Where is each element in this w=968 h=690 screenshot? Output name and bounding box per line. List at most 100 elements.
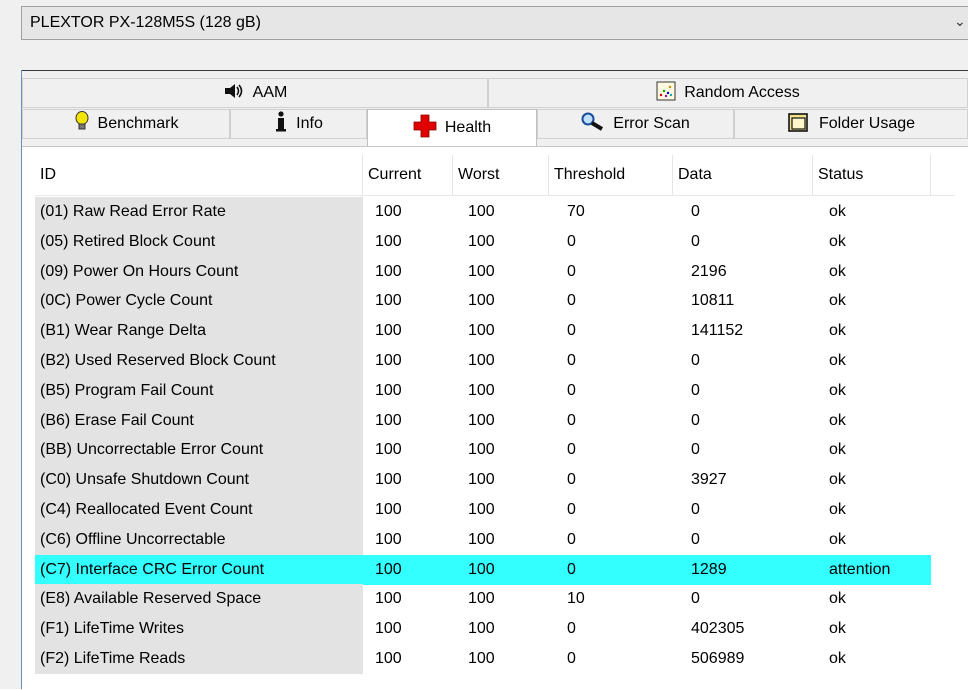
cell-threshold: 0 [567, 441, 576, 459]
table-row[interactable]: (F2) LifeTime Reads 100 100 0 506989 ok [35, 644, 955, 674]
cell-status: ok [829, 262, 846, 280]
table-row[interactable]: (B1) Wear Range Delta 100 100 0 141152 ok [35, 316, 955, 347]
cell-threshold: 0 [567, 352, 576, 369]
cell-current: 100 [375, 232, 402, 250]
cell-current: 100 [375, 560, 402, 578]
cell-worst: 100 [468, 292, 495, 310]
cell-data: 0 [691, 232, 700, 250]
tab-info[interactable]: Info [230, 109, 367, 139]
cell-data: 0 [691, 441, 700, 459]
cell-status: ok [829, 530, 846, 548]
cell-worst: 100 [468, 232, 495, 250]
cell-id: (B1) Wear Range Delta [35, 316, 363, 347]
column-header-status[interactable]: Status [813, 155, 931, 195]
table-row[interactable]: (E8) Available Reserved Space 100 100 10 0 ok [35, 584, 955, 615]
cell-worst: 100 [468, 322, 495, 340]
table-row[interactable]: (C6) Offline Uncorrectable 100 100 0 0 ok [35, 524, 955, 555]
cell-current: 100 [375, 441, 402, 459]
cell-worst: 100 [468, 352, 495, 369]
column-header-data[interactable]: Data [673, 155, 813, 195]
cell-threshold: 0 [567, 650, 576, 667]
tab-folder-usage[interactable]: Folder Usage [734, 109, 968, 139]
cell-worst: 100 [468, 620, 495, 638]
cell-status: ok [829, 501, 846, 518]
table-row[interactable]: (01) Raw Read Error Rate 100 100 70 0 ok [35, 197, 955, 227]
cell-id: (B5) Program Fail Count [35, 375, 363, 406]
column-header-id[interactable]: ID [35, 155, 363, 195]
table-row[interactable]: (C7) Interface CRC Error Count 100 100 0 128… [35, 554, 931, 585]
cell-status: ok [829, 650, 846, 667]
tab-error-scan[interactable]: Error Scan [537, 109, 734, 139]
cell-data: 0 [691, 530, 700, 548]
cell-data: 141152 [691, 322, 744, 340]
tab-strip: AAM Random Access Benchmark Info Health … [22, 71, 968, 146]
column-header-threshold[interactable]: Threshold [549, 155, 673, 195]
cell-status: ok [829, 590, 846, 608]
cell-id: (BB) Uncorrectable Error Count [35, 435, 363, 466]
table-row[interactable]: (F1) LifeTime Writes 100 100 0 402305 ok [35, 614, 955, 645]
tab-benchmark[interactable]: Benchmark [22, 109, 230, 139]
toolbar: PLEXTOR PX-128M5S (128 gB) ⌄ [0, 0, 968, 71]
cell-threshold: 0 [567, 530, 576, 548]
cell-worst: 100 [468, 471, 495, 489]
cell-data: 2196 [691, 262, 727, 280]
cell-threshold: 0 [567, 501, 576, 518]
cell-data: 402305 [691, 620, 745, 638]
cell-id: (E8) Available Reserved Space [35, 584, 363, 615]
table-row[interactable]: (05) Retired Block Count 100 100 0 0 ok [35, 226, 955, 257]
drive-dropdown-value: PLEXTOR PX-128M5S (128 gB) [30, 14, 261, 31]
cell-threshold: 0 [567, 322, 576, 340]
table-row[interactable]: (B6) Erase Fail Count 100 100 0 0 ok [35, 405, 955, 436]
cell-id: (09) Power On Hours Count [35, 256, 363, 287]
drive-dropdown[interactable]: PLEXTOR PX-128M5S (128 gB) ⌄ [21, 6, 968, 40]
tab-label: Benchmark [97, 115, 179, 132]
chevron-down-icon[interactable]: ⌄ [954, 13, 966, 30]
cell-current: 100 [375, 471, 402, 489]
table-row[interactable]: (BB) Uncorrectable Error Count 100 100 0 0 ok [35, 435, 955, 466]
info-icon [274, 110, 288, 138]
cell-id: (01) Raw Read Error Rate [35, 197, 363, 227]
cell-worst: 100 [468, 411, 495, 429]
tab-label: AAM [252, 84, 288, 101]
lightbulb-icon [74, 110, 90, 138]
cell-id: (C4) Reallocated Event Count [35, 495, 363, 525]
cell-id: (0C) Power Cycle Count [35, 286, 363, 317]
table-row[interactable]: (0C) Power Cycle Count 100 100 0 10811 ok [35, 286, 955, 317]
cell-current: 100 [375, 411, 402, 429]
tab-health[interactable]: Health [367, 109, 537, 146]
cell-status: ok [829, 352, 846, 369]
cell-data: 10811 [691, 292, 735, 310]
cell-threshold: 0 [567, 411, 576, 429]
column-header-current[interactable]: Current [363, 155, 453, 195]
cell-id: (F1) LifeTime Writes [35, 614, 363, 645]
table-row[interactable]: (C0) Unsafe Shutdown Count 100 100 0 3927 ok [35, 465, 955, 496]
cell-status: ok [829, 471, 846, 489]
column-header-worst[interactable]: Worst [453, 155, 549, 195]
table-row[interactable]: (B2) Used Reserved Block Count 100 100 0 0 ok [35, 346, 955, 376]
cell-data: 0 [691, 203, 700, 220]
cell-worst: 100 [468, 262, 495, 280]
tab-aam[interactable]: AAM [22, 78, 488, 108]
table-header: ID Current Worst Threshold Data Status [35, 155, 955, 196]
speaker-icon [223, 82, 245, 105]
cell-status: ok [829, 411, 846, 429]
cell-data: 0 [691, 590, 700, 608]
random-access-icon [656, 81, 676, 106]
cell-current: 100 [375, 650, 402, 667]
cell-threshold: 0 [567, 620, 576, 638]
table-row[interactable]: (C4) Reallocated Event Count 100 100 0 0 ok [35, 495, 955, 525]
cell-current: 100 [375, 322, 402, 340]
magnifier-icon [581, 112, 605, 137]
cell-threshold: 0 [567, 292, 576, 310]
cell-threshold: 10 [567, 590, 585, 608]
cell-id: (B2) Used Reserved Block Count [35, 346, 363, 376]
tab-random-access[interactable]: Random Access [488, 78, 968, 108]
table-row[interactable]: (B5) Program Fail Count 100 100 0 0 ok [35, 375, 955, 406]
cell-id: (C0) Unsafe Shutdown Count [35, 465, 363, 496]
cell-worst: 100 [468, 501, 495, 518]
table-row[interactable]: (09) Power On Hours Count 100 100 0 2196 ok [35, 256, 955, 287]
cell-id: (05) Retired Block Count [35, 226, 363, 257]
cell-worst: 100 [468, 530, 495, 548]
cell-id: (B6) Erase Fail Count [35, 405, 363, 436]
cell-threshold: 0 [567, 471, 576, 489]
